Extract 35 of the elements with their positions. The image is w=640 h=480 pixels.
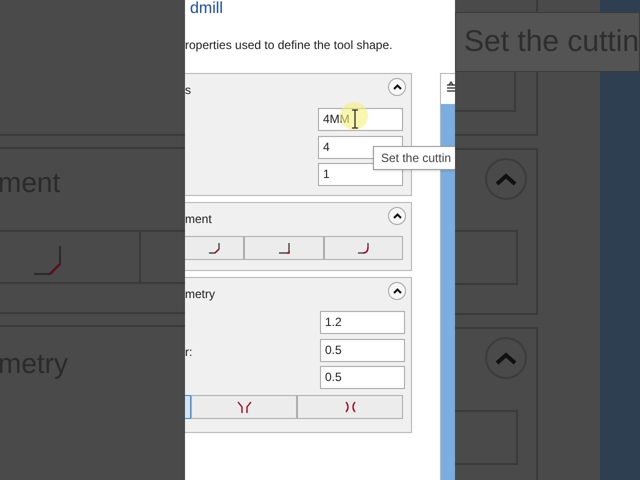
sharp-profile-icon xyxy=(276,241,292,255)
stack-icon xyxy=(446,81,455,93)
dialog-description: roperties used to define the tool shape. xyxy=(185,37,392,54)
profile-button[interactable] xyxy=(185,395,191,419)
profile-button[interactable] xyxy=(324,236,403,260)
collapse-button[interactable] xyxy=(388,78,406,96)
text-field[interactable]: 0.5 xyxy=(320,366,405,389)
tooltip: Set the cuttin xyxy=(373,146,455,170)
text-field[interactable]: 1.2 xyxy=(320,311,405,334)
text-field[interactable]: 0.5 xyxy=(320,338,405,362)
profile-button[interactable] xyxy=(185,236,244,260)
text-field[interactable]: 4MM xyxy=(318,108,403,131)
text-cursor-icon xyxy=(351,109,359,129)
chamfer-profile-icon xyxy=(34,244,64,276)
chamfer-profile-icon xyxy=(206,241,222,255)
group-heading: ment xyxy=(185,211,212,228)
field-label: r: xyxy=(185,344,192,360)
collapse-button[interactable] xyxy=(388,207,406,225)
collapse-button[interactable] xyxy=(388,282,406,300)
profile-button[interactable] xyxy=(244,236,324,260)
chevron-icon xyxy=(392,213,402,219)
profile-button[interactable] xyxy=(297,395,403,419)
neck-profile-icon xyxy=(342,400,358,414)
group-heading: metry xyxy=(185,286,215,303)
group-heading: s xyxy=(185,82,191,99)
profile-button[interactable] xyxy=(191,395,297,419)
chevron-icon xyxy=(495,172,517,186)
taper-profile-icon xyxy=(236,400,252,414)
round-profile-icon xyxy=(356,241,371,255)
chevron-icon xyxy=(392,84,402,90)
blurred-field xyxy=(455,230,518,285)
chevron-icon xyxy=(495,352,517,364)
blurred-field xyxy=(455,410,518,465)
chevron-icon xyxy=(392,288,402,294)
dialog-title: dmill xyxy=(190,0,223,18)
